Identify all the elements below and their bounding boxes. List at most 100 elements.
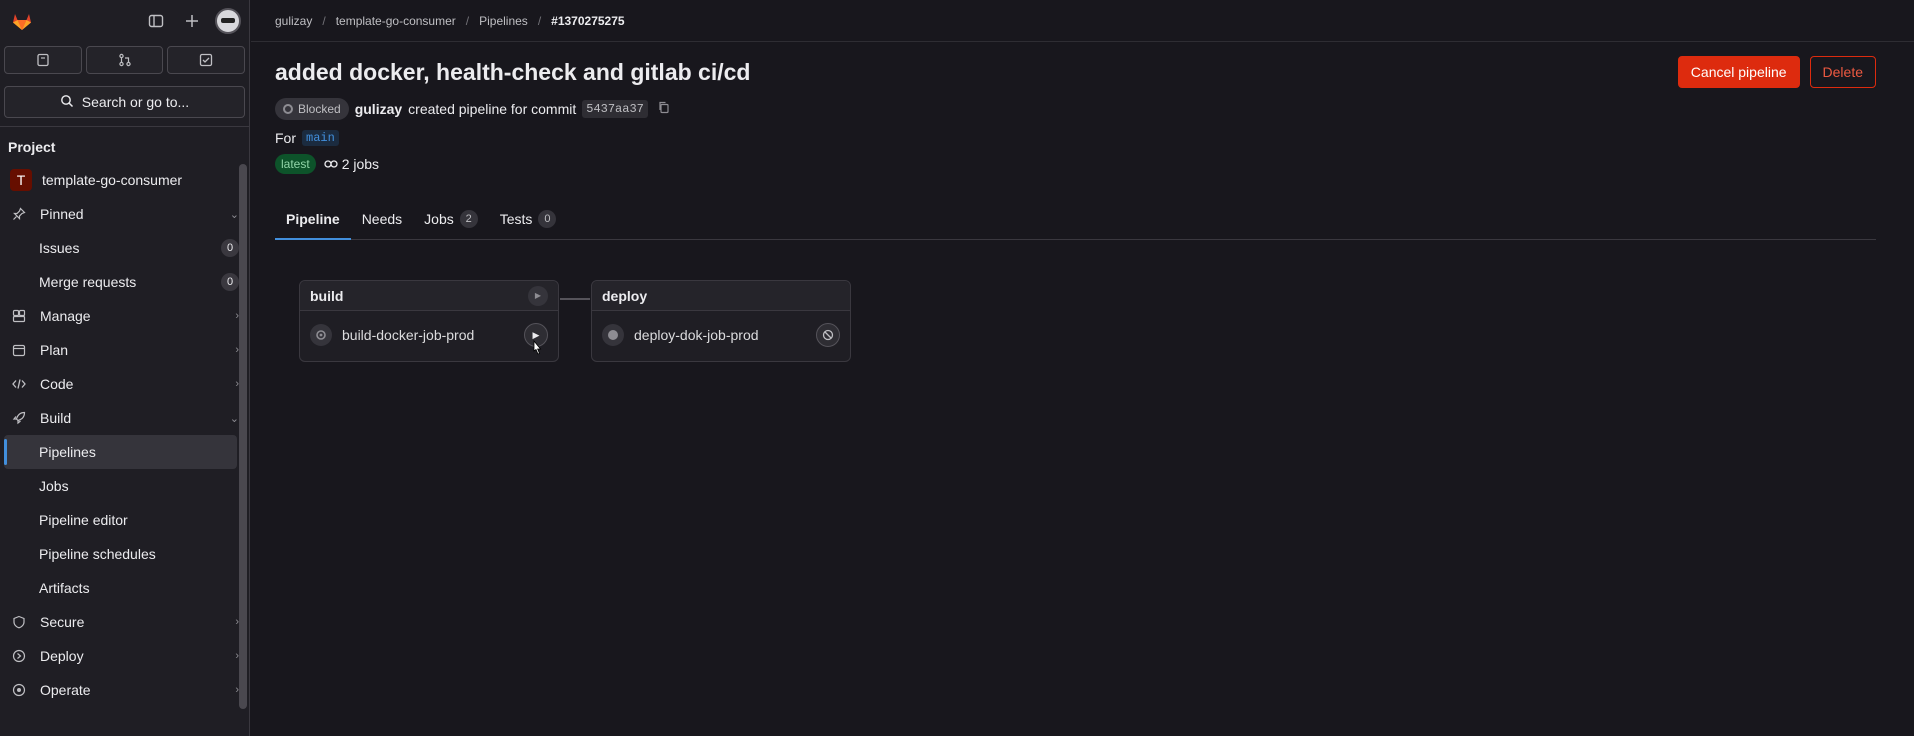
sidebar-item-code[interactable]: Code › xyxy=(0,367,249,401)
breadcrumb-project[interactable]: template-go-consumer xyxy=(336,14,456,28)
job-name: build-docker-job-prod xyxy=(342,327,475,343)
tab-label: Jobs xyxy=(424,210,454,227)
sidebar-item-manage[interactable]: Manage › xyxy=(0,299,249,333)
sidebar-item-label: Build xyxy=(40,410,72,426)
breadcrumb-separator: / xyxy=(537,13,542,28)
sidebar-item-pipelines[interactable]: Pipelines xyxy=(4,435,237,469)
deployments-icon xyxy=(10,649,28,663)
created-text: created pipeline for commit xyxy=(408,101,577,117)
sidebar-item-label: Manage xyxy=(40,308,91,324)
rocket-icon xyxy=(10,411,28,425)
play-all-icon[interactable]: ▶ xyxy=(528,285,548,306)
sidebar-item-label: Issues xyxy=(39,240,80,256)
sidebar-item-artifacts[interactable]: Artifacts xyxy=(0,571,249,605)
stage-name: build xyxy=(310,287,344,304)
stage-build: build ▶ build-docker-job-prod ▶ xyxy=(299,280,559,362)
sidebar-item-operate[interactable]: Operate › xyxy=(0,673,249,707)
sidebar-item-secure[interactable]: Secure › xyxy=(0,605,249,639)
pipeline-icon xyxy=(324,156,338,172)
delete-button[interactable]: Delete xyxy=(1809,56,1876,88)
stage-header: build ▶ xyxy=(300,281,558,311)
sidebar-quick-tabs xyxy=(0,42,249,78)
sidebar-item-label: Operate xyxy=(40,682,91,698)
stage-deploy: deploy deploy-dok-job-prod xyxy=(591,280,851,362)
sidebar-item-label: Secure xyxy=(40,614,85,630)
created-status-icon xyxy=(602,324,624,346)
sidebar-item-pipeline-schedules[interactable]: Pipeline schedules xyxy=(0,537,249,571)
sidebar-top xyxy=(0,0,249,42)
job-name: deploy-dok-job-prod xyxy=(634,327,759,343)
tab-needs[interactable]: Needs xyxy=(351,198,413,239)
cancel-pipeline-button[interactable]: Cancel pipeline xyxy=(1677,56,1800,88)
cloud-icon xyxy=(10,683,28,697)
status-label: Blocked xyxy=(298,102,341,116)
users-icon xyxy=(10,309,28,323)
sidebar-item-plan[interactable]: Plan › xyxy=(0,333,249,367)
search-button[interactable]: Search or go to... xyxy=(4,86,245,118)
job-item[interactable]: build-docker-job-prod ▶ xyxy=(300,311,558,359)
sidebar-item-label: Pipelines xyxy=(39,444,96,460)
sidebar-section-title: Project xyxy=(0,126,249,163)
job-item[interactable]: deploy-dok-job-prod xyxy=(592,311,850,359)
sidebar-item-label: Jobs xyxy=(39,478,69,494)
breadcrumb-user[interactable]: gulizay xyxy=(275,14,312,28)
sidebar-item-label: Deploy xyxy=(40,648,84,664)
plus-icon[interactable] xyxy=(179,8,205,34)
pipeline-graph: build ▶ build-docker-job-prod ▶ deploy d… xyxy=(275,280,1876,370)
sidebar-item-merge-requests[interactable]: Merge requests 0 xyxy=(0,265,249,299)
sidebar-item-pipeline-editor[interactable]: Pipeline editor xyxy=(0,503,249,537)
breadcrumb-pipelines[interactable]: Pipelines xyxy=(479,14,528,28)
sidebar-item-label: Merge requests xyxy=(39,274,137,290)
commit-sha-link[interactable]: 5437aa37 xyxy=(582,100,648,118)
issues-shortcut-icon[interactable] xyxy=(4,46,82,74)
author-link[interactable]: gulizay xyxy=(355,101,402,117)
todo-shortcut-icon[interactable] xyxy=(167,46,246,74)
issues-count-badge: 0 xyxy=(221,239,239,257)
sidebar-item-label: Pipeline editor xyxy=(39,512,128,528)
jobs-count: 2 jobs xyxy=(324,156,379,172)
page-title: added docker, health-check and gitlab ci… xyxy=(275,58,751,85)
tab-jobs[interactable]: Jobs 2 xyxy=(413,198,489,239)
pipeline-tabs: Pipeline Needs Jobs 2 Tests 0 xyxy=(275,198,1876,240)
sidebar-item-label: Artifacts xyxy=(39,580,90,596)
sidebar-scrollbar[interactable] xyxy=(239,164,247,709)
user-avatar[interactable] xyxy=(215,8,241,34)
sidebar-item-pinned[interactable]: Pinned ⌄ xyxy=(0,197,249,231)
sidebar-item-build[interactable]: Build ⌄ xyxy=(0,401,249,435)
manual-status-icon xyxy=(310,324,332,346)
copy-icon[interactable] xyxy=(658,101,670,117)
latest-badge: latest xyxy=(275,154,316,174)
sidebar-item-label: Plan xyxy=(40,342,69,358)
project-avatar: T xyxy=(10,169,32,191)
status-badge[interactable]: Blocked xyxy=(275,98,349,120)
chevron-down-icon: ⌄ xyxy=(229,412,239,425)
sidebar-item-label: Pinned xyxy=(40,206,84,222)
chevron-down-icon: ⌄ xyxy=(229,208,239,221)
tab-label: Pipeline xyxy=(286,210,340,227)
sidebar-item-label: Pipeline schedules xyxy=(39,546,156,562)
tab-label: Tests xyxy=(499,210,533,227)
status-dot xyxy=(608,330,618,340)
blocked-status-icon xyxy=(283,104,293,114)
sidebar: Search or go to... Project T template-go… xyxy=(0,0,250,736)
cancel-job-icon[interactable] xyxy=(816,323,840,347)
merge-requests-shortcut-icon[interactable] xyxy=(85,46,164,74)
branch-link[interactable]: main xyxy=(302,130,339,146)
toggle-sidebar-icon[interactable] xyxy=(143,8,169,34)
sidebar-project-link[interactable]: T template-go-consumer xyxy=(0,163,249,197)
merge-requests-count-badge: 0 xyxy=(221,273,239,291)
sidebar-item-issues[interactable]: Issues 0 xyxy=(0,231,249,265)
pin-icon xyxy=(10,207,28,221)
stage-header: deploy xyxy=(592,281,850,311)
project-name: template-go-consumer xyxy=(42,172,183,188)
tab-tests[interactable]: Tests 0 xyxy=(489,198,568,239)
shield-icon xyxy=(10,615,28,629)
gitlab-logo-icon[interactable] xyxy=(8,7,36,35)
jobs-count-label: 2 jobs xyxy=(341,156,380,172)
sidebar-item-jobs[interactable]: Jobs xyxy=(0,469,249,503)
tab-pipeline[interactable]: Pipeline xyxy=(275,198,351,240)
tab-label: Needs xyxy=(361,210,403,227)
sidebar-item-deploy[interactable]: Deploy › xyxy=(0,639,249,673)
main-content: gulizay / template-go-consumer / Pipelin… xyxy=(251,0,1914,736)
breadcrumb-current[interactable]: #1370275275 xyxy=(551,14,624,28)
